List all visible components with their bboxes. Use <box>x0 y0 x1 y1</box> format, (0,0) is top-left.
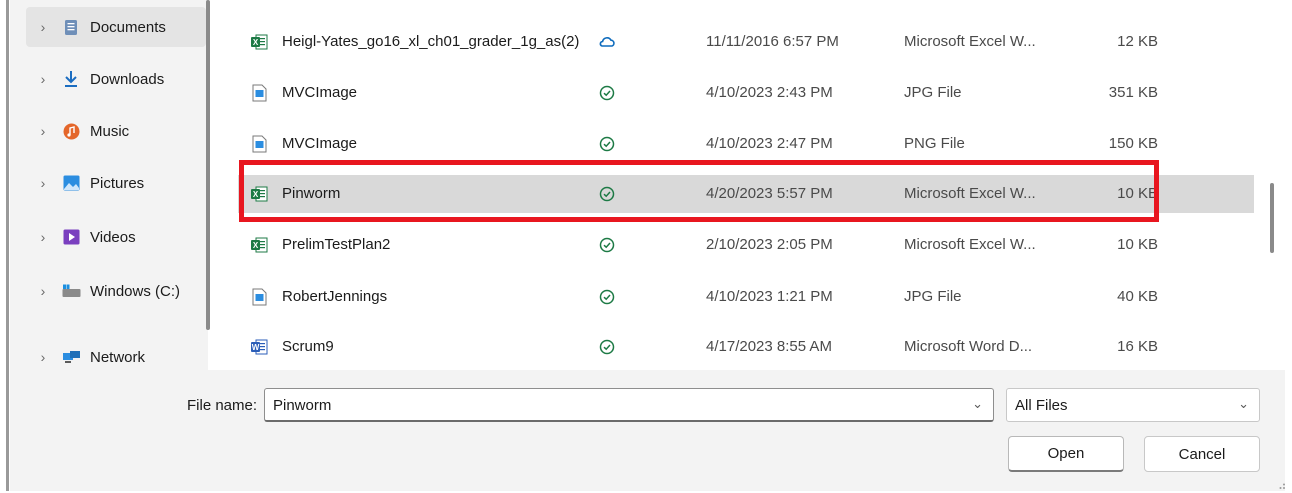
image-file-icon <box>250 288 268 306</box>
cloud-icon <box>598 33 616 51</box>
file-name: PrelimTestPlan2 <box>282 236 391 253</box>
file-type: PNG File <box>904 135 965 152</box>
synced-check-icon <box>598 135 616 153</box>
nav-item-windows-c[interactable]: › Windows (C:) <box>26 271 206 311</box>
nav-item-label: Music <box>90 122 130 140</box>
navigation-pane: › Documents › Downloads › Music › Pictur… <box>10 0 208 370</box>
file-row[interactable]: W Scrum9 4/17/2023 8:55 AM Microsoft Wor… <box>238 328 1254 366</box>
nav-item-label: Pictures <box>90 174 145 192</box>
file-date: 4/20/2023 5:57 PM <box>706 185 833 202</box>
nav-item-downloads[interactable]: › Downloads <box>26 59 206 99</box>
file-row[interactable]: RobertJennings 4/10/2023 1:21 PM JPG Fil… <box>238 278 1254 316</box>
chevron-right-icon[interactable]: › <box>32 349 54 365</box>
window-left-border <box>6 0 9 491</box>
file-type-value: All Files <box>1015 397 1068 414</box>
file-name: Scrum9 <box>282 338 334 355</box>
chevron-right-icon[interactable]: › <box>32 19 54 35</box>
file-type: Microsoft Excel W... <box>904 236 1036 253</box>
file-date: 4/10/2023 2:43 PM <box>706 84 833 101</box>
chevron-right-icon[interactable]: › <box>32 229 54 245</box>
nav-item-label: Windows (C:) <box>90 282 181 300</box>
excel-file-icon: X <box>250 185 268 203</box>
file-size: 10 KB <box>1117 236 1158 253</box>
chevron-down-icon[interactable]: ⌄ <box>972 396 983 412</box>
nav-item-pictures[interactable]: › Pictures <box>26 163 206 203</box>
svg-text:X: X <box>253 241 259 250</box>
file-size: 10 KB <box>1117 185 1158 202</box>
nav-item-label: Documents <box>90 18 166 36</box>
nav-item-music[interactable]: › Music <box>26 111 206 151</box>
file-size: 40 KB <box>1117 288 1158 305</box>
file-row[interactable]: X PrelimTestPlan2 2/10/2023 2:05 PM Micr… <box>238 226 1254 264</box>
pictures-icon <box>60 174 82 192</box>
file-name-input[interactable]: Pinworm ⌄ <box>264 388 994 422</box>
svg-text:X: X <box>253 38 259 47</box>
network-icon <box>60 348 82 366</box>
nav-item-label: Network <box>90 348 146 366</box>
documents-icon <box>60 18 82 36</box>
nav-item-label: Videos <box>90 228 136 246</box>
file-date: 11/11/2016 6:57 PM <box>706 33 839 50</box>
file-type: Microsoft Excel W... <box>904 185 1036 202</box>
svg-text:X: X <box>253 190 259 199</box>
file-date: 4/10/2023 1:21 PM <box>706 288 833 305</box>
file-name: MVCImage <box>282 84 358 101</box>
synced-check-icon <box>598 288 616 306</box>
nav-item-documents[interactable]: › Documents <box>26 7 206 47</box>
synced-check-icon <box>598 185 616 203</box>
chevron-right-icon[interactable]: › <box>32 71 54 87</box>
excel-file-icon: X <box>250 33 268 51</box>
file-type: JPG File <box>904 84 962 101</box>
chevron-right-icon[interactable]: › <box>32 123 54 139</box>
file-row[interactable]: MVCImage 4/10/2023 2:43 PM JPG File 351 … <box>238 74 1254 112</box>
synced-check-icon <box>598 236 616 254</box>
file-name: Heigl-Yates_go16_xl_ch01_grader_1g_as(2) <box>282 33 580 50</box>
file-type: Microsoft Excel W... <box>904 33 1036 50</box>
file-size: 150 KB <box>1108 135 1158 152</box>
chevron-right-icon[interactable]: › <box>32 283 54 299</box>
file-type-select[interactable]: All Files ⌄ <box>1006 388 1260 422</box>
downloads-icon <box>60 70 82 88</box>
file-list-scrollbar[interactable] <box>1270 183 1274 253</box>
nav-item-label: Downloads <box>90 70 165 88</box>
file-name: RobertJennings <box>282 288 388 305</box>
resize-grip-icon[interactable] <box>1276 477 1286 489</box>
cancel-button[interactable]: Cancel <box>1144 436 1260 472</box>
nav-item-videos[interactable]: › Videos <box>26 217 206 257</box>
drive-icon <box>60 282 82 300</box>
file-date: 2/10/2023 2:05 PM <box>706 236 833 253</box>
file-name: Pinworm <box>282 185 341 202</box>
file-row[interactable]: X Heigl-Yates_go16_xl_ch01_grader_1g_as(… <box>238 23 1254 61</box>
svg-text:W: W <box>252 343 260 352</box>
excel-file-icon: X <box>250 236 268 254</box>
chevron-down-icon[interactable]: ⌄ <box>1238 396 1249 412</box>
videos-icon <box>60 228 82 246</box>
file-size: 12 KB <box>1117 33 1158 50</box>
music-icon <box>60 122 82 140</box>
file-type: JPG File <box>904 288 962 305</box>
image-file-icon <box>250 135 268 153</box>
open-button[interactable]: Open <box>1008 436 1124 472</box>
file-date: 4/17/2023 8:55 AM <box>706 338 832 355</box>
file-type: Microsoft Word D... <box>904 338 1033 355</box>
file-date: 4/10/2023 2:47 PM <box>706 135 833 152</box>
nav-scrollbar[interactable] <box>206 0 210 330</box>
file-name: MVCImage <box>282 135 358 152</box>
file-size: 16 KB <box>1117 338 1158 355</box>
synced-check-icon <box>598 84 616 102</box>
file-name-label: File name: <box>187 397 258 414</box>
synced-check-icon <box>598 338 616 356</box>
chevron-right-icon[interactable]: › <box>32 175 54 191</box>
word-file-icon: W <box>250 338 268 356</box>
file-list: X Heigl-Yates_go16_xl_ch01_grader_1g_as(… <box>214 0 1254 370</box>
file-row-selected[interactable]: X Pinworm 4/20/2023 5:57 PM Microsoft Ex… <box>238 175 1254 213</box>
file-size: 351 KB <box>1108 84 1158 101</box>
image-file-icon <box>250 84 268 102</box>
file-name-value: Pinworm <box>273 397 332 414</box>
file-row[interactable]: MVCImage 4/10/2023 2:47 PM PNG File 150 … <box>238 125 1254 163</box>
